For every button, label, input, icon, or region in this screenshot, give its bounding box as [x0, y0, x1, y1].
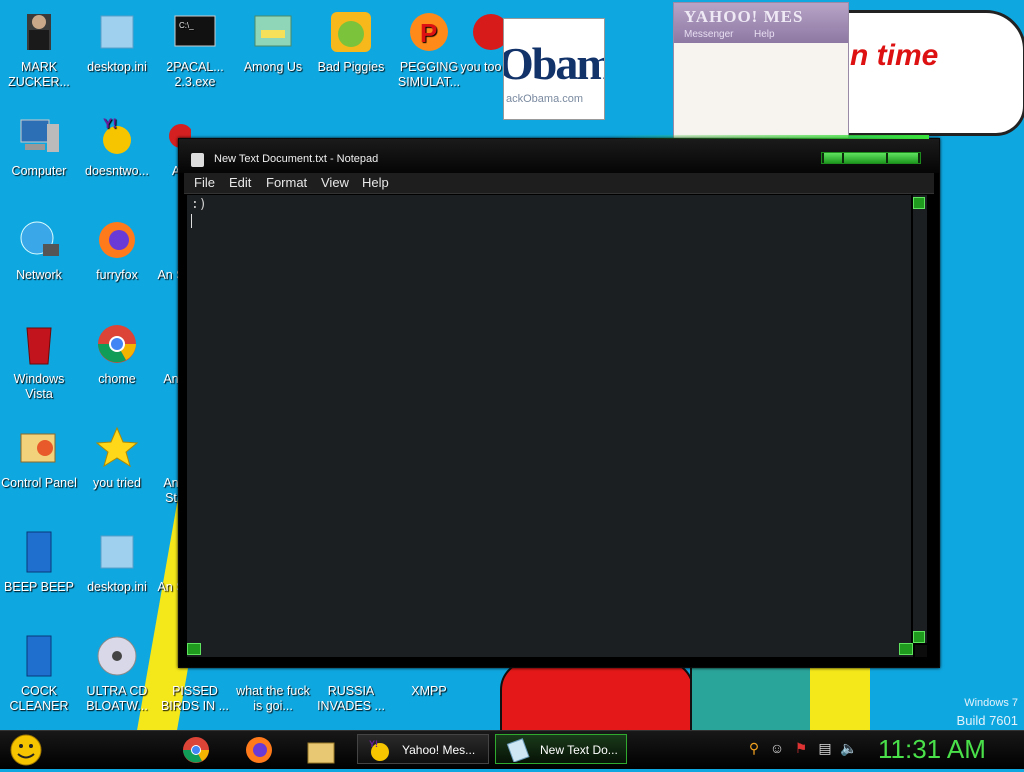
start-button[interactable]	[8, 733, 44, 767]
notepad-title: New Text Document.txt - Notepad	[214, 153, 379, 165]
desktop: n time MARK ZUCKER... Computer Network W…	[0, 0, 1024, 730]
watermark-build: Build 7601	[956, 713, 1018, 728]
scroll-down-arrow[interactable]	[913, 631, 925, 643]
vertical-scrollbar[interactable]	[913, 195, 927, 643]
menu-view[interactable]: View	[321, 175, 349, 190]
smiley-icon[interactable]: ☺	[768, 739, 786, 757]
desktop-icon-mark-zuckerberg[interactable]: MARK ZUCKER...	[0, 10, 78, 90]
p-logo-icon: P	[407, 10, 451, 54]
desktop-icon-control-panel[interactable]: Control Panel	[0, 426, 78, 491]
maximize-button[interactable]	[844, 153, 886, 163]
scroll-left-arrow[interactable]	[187, 643, 201, 655]
desktop-icon-doesntwork[interactable]: Y! doesntwo...	[78, 114, 156, 179]
yahoo-menu-help[interactable]: Help	[754, 29, 775, 40]
desktop-icon-you-tried[interactable]: you tried	[78, 426, 156, 491]
svg-text:Y!: Y!	[369, 739, 378, 749]
resize-grip[interactable]	[915, 645, 927, 657]
taskbar: Y! Yahoo! Mes... New Text Do... ⚲ ☺ ⚑ ▤ …	[0, 730, 1024, 769]
wallpaper-teal-shape	[690, 660, 814, 730]
yahoo-messenger-icon: Y!	[369, 739, 389, 761]
desktop-icon-bad-piggies[interactable]: Bad Piggies	[312, 10, 390, 75]
desktop-icon-furryfox[interactable]: furryfox	[78, 218, 156, 283]
menu-edit[interactable]: Edit	[229, 175, 251, 190]
yahoo-logo: YAHOO! MES	[684, 7, 804, 26]
notepad-window[interactable]: New Text Document.txt - Notepad File Edi…	[178, 135, 940, 668]
minimize-button[interactable]	[824, 153, 842, 163]
window-controls[interactable]	[821, 152, 921, 164]
taskbar-task-notepad[interactable]: New Text Do...	[495, 734, 627, 764]
search-icon[interactable]: ⚲	[745, 739, 763, 757]
obama-logo-text: Obam	[503, 38, 604, 89]
svg-text:P: P	[420, 18, 437, 48]
taskbar-task-yahoo[interactable]: Y! Yahoo! Mes...	[357, 734, 489, 764]
yahoo-smiley-icon: Y!	[95, 114, 139, 158]
desktop-icon-beep-beep[interactable]: BEEP BEEP	[0, 530, 78, 595]
desktop-icon-windows-vista[interactable]: Windows Vista	[0, 322, 78, 402]
taskbar-chrome-button[interactable]	[180, 735, 212, 765]
chrome-icon	[183, 737, 209, 763]
desktop-icon-among-us[interactable]: Among Us	[234, 10, 312, 75]
wallpaper-bubble-text: n time	[850, 39, 939, 72]
desktop-icon-desktop-ini[interactable]: desktop.ini	[78, 10, 156, 75]
notepad-icon	[191, 153, 204, 167]
horizontal-scrollbar[interactable]	[187, 643, 913, 657]
notepad-titlebar[interactable]: New Text Document.txt - Notepad	[179, 139, 939, 173]
folder-icon	[307, 742, 335, 764]
terminal-icon: C:\_	[173, 10, 217, 54]
taskbar-firefox-button[interactable]	[243, 735, 275, 765]
wallpaper-yellow-shape-2	[810, 660, 870, 730]
person-figure-icon	[17, 10, 61, 54]
firefox-icon	[246, 737, 272, 763]
control-panel-icon	[17, 426, 61, 470]
menu-format[interactable]: Format	[266, 175, 307, 190]
taskbar-explorer-button[interactable]	[305, 735, 337, 765]
obama-image-window[interactable]: Obam ackObama.com	[503, 18, 605, 120]
smiley-start-icon	[10, 734, 42, 766]
desktop-icon-network[interactable]: Network	[0, 218, 78, 283]
scroll-up-arrow[interactable]	[913, 197, 925, 209]
desktop-icon-2pacal[interactable]: C:\_ 2PACAL... 2.3.exe	[156, 10, 234, 90]
svg-text:Y!: Y!	[103, 115, 117, 131]
chrome-icon	[95, 322, 139, 366]
taskbar-clock[interactable]: 11:31 AM	[878, 734, 986, 765]
watermark-os: Windows 7	[964, 697, 1018, 709]
desktop-icon-computer[interactable]: Computer	[0, 114, 78, 179]
network-icon[interactable]: ▤	[816, 739, 834, 757]
notepad-menubar: File Edit Format View Help	[184, 173, 934, 194]
desktop-icon-desktop-ini-2[interactable]: desktop.ini	[78, 530, 156, 595]
green-pig-icon	[329, 10, 373, 54]
text-caret	[191, 214, 192, 228]
wallpaper-red-shape	[500, 660, 694, 730]
blue-file-icon	[17, 634, 61, 678]
folder-shortcut-icon	[251, 10, 295, 54]
desktop-icon-ultra-cd[interactable]: ULTRA CD BLOATW...	[78, 634, 156, 714]
menu-file[interactable]: File	[194, 175, 215, 190]
firefox-icon	[95, 218, 139, 262]
scroll-right-arrow[interactable]	[899, 643, 913, 655]
computer-icon	[17, 114, 61, 158]
editor-content: :)	[191, 197, 207, 212]
cd-disc-icon	[95, 634, 139, 678]
volume-icon[interactable]: 🔈	[840, 739, 858, 757]
document-icon	[95, 10, 139, 54]
svg-text:C:\_: C:\_	[179, 21, 194, 30]
document-icon	[95, 530, 139, 574]
network-globe-icon	[17, 218, 61, 262]
windows-build-watermark: Windows 7 Build 7601	[957, 694, 1018, 730]
wallpaper-speech-bubble: n time	[835, 10, 1024, 136]
desktop-icon-cock-cleaner[interactable]: COCK CLEANER	[0, 634, 78, 714]
close-button[interactable]	[888, 153, 918, 163]
desktop-icon-chome[interactable]: chome	[78, 322, 156, 387]
yahoo-menu-messenger[interactable]: Messenger	[684, 29, 733, 40]
recycle-bin-icon	[17, 322, 61, 366]
text-editor-area[interactable]: :)	[187, 195, 911, 643]
flag-icon[interactable]: ⚑	[792, 739, 810, 757]
yahoo-titlebar[interactable]: YAHOO! MES Messenger Help	[674, 3, 848, 43]
notepad-icon	[506, 738, 530, 762]
obama-url-text: ackObama.com	[506, 93, 584, 105]
yahoo-messenger-window[interactable]: YAHOO! MES Messenger Help	[673, 2, 849, 140]
star-icon	[95, 426, 139, 470]
blue-file-icon	[17, 530, 61, 574]
menu-help[interactable]: Help	[362, 175, 389, 190]
